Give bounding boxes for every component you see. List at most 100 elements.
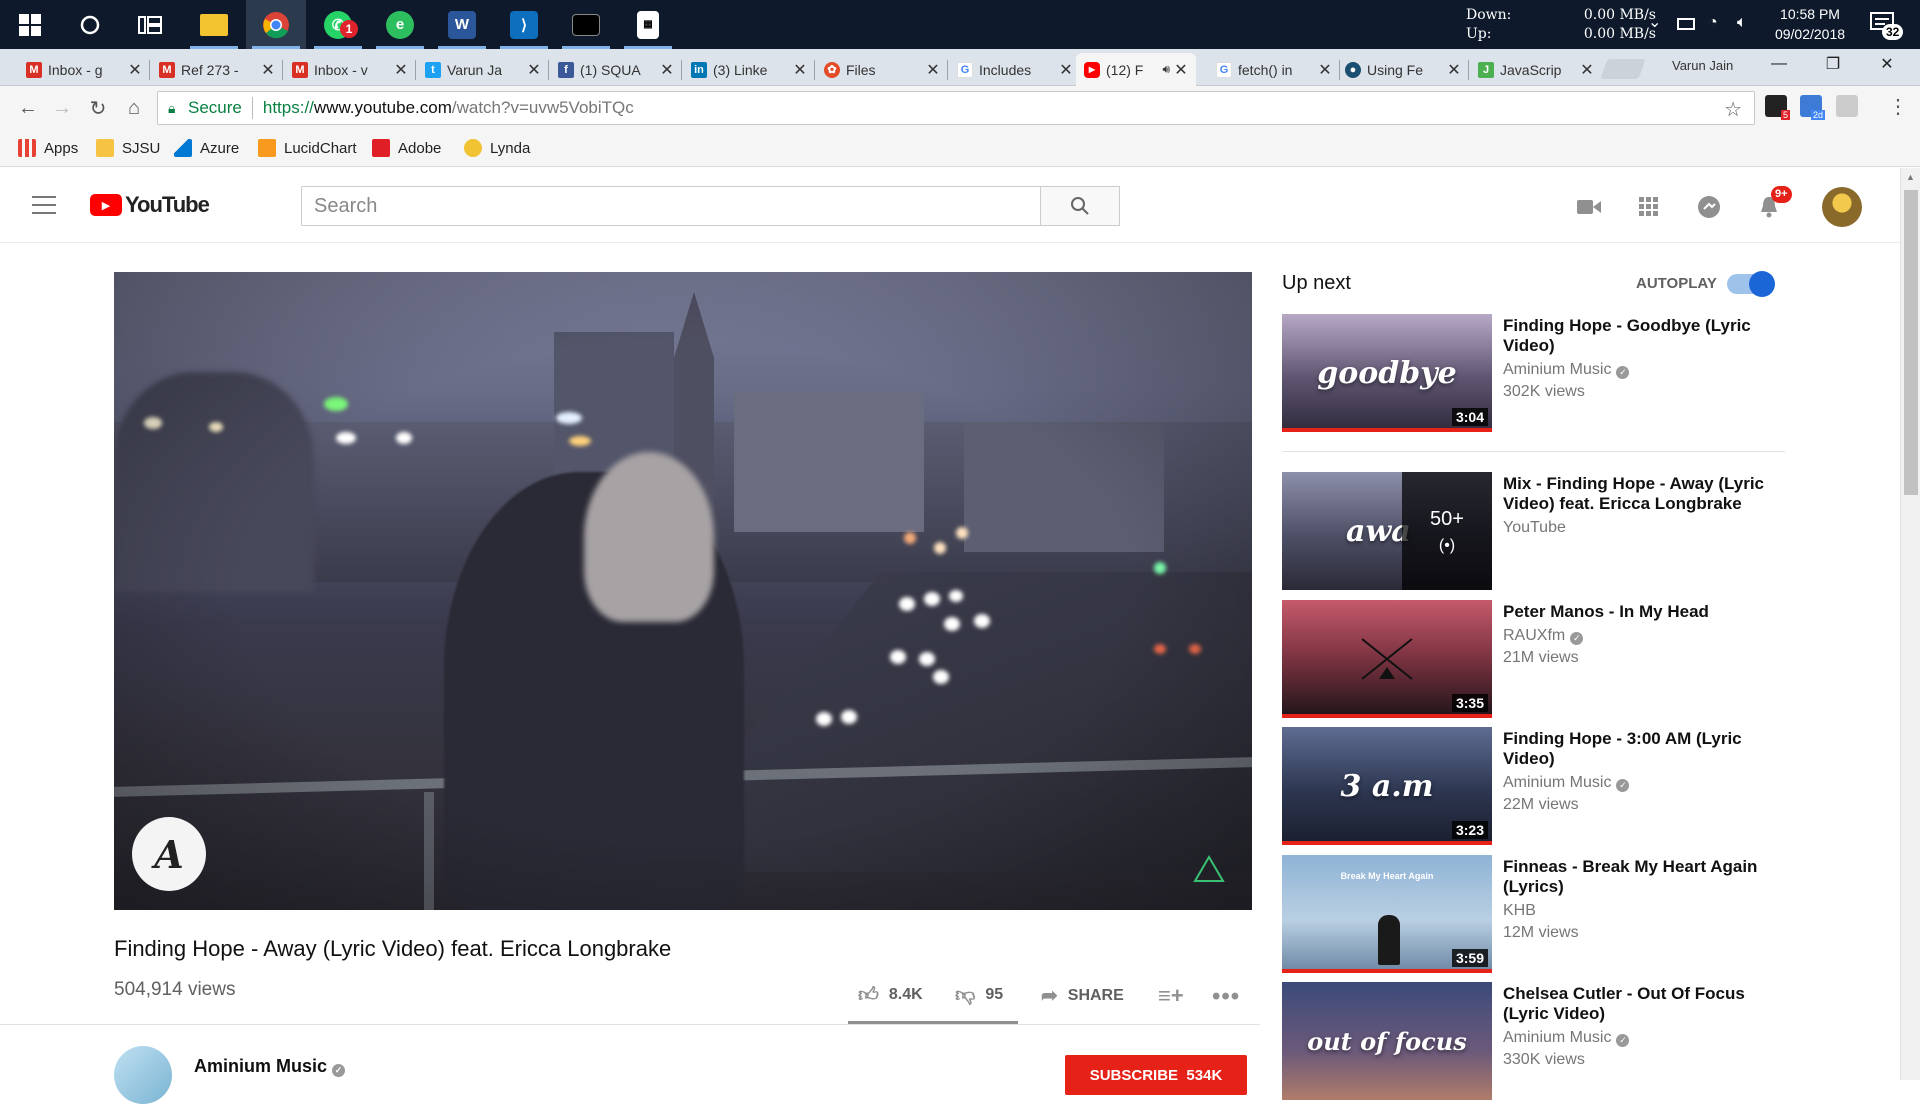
tray-expand-icon[interactable]: ⌄	[1648, 12, 1661, 32]
browser-tab[interactable]: G Includes ✕	[949, 53, 1081, 86]
start-menu-button[interactable]	[0, 0, 60, 49]
home-button[interactable]: ⌂	[120, 94, 148, 122]
close-icon[interactable]: ✕	[1447, 60, 1461, 80]
dislike-button[interactable]: 👎︎ 95	[955, 983, 1003, 1007]
video-thumbnail[interactable]: 3:35	[1282, 600, 1492, 718]
youtube-logo[interactable]: ▶ YouTube	[90, 192, 210, 218]
channel-avatar[interactable]	[114, 1046, 172, 1104]
new-tab-button[interactable]	[1600, 59, 1646, 79]
browser-tab[interactable]: f (1) SQUA ✕	[550, 53, 682, 86]
close-icon[interactable]: ✕	[926, 60, 940, 80]
subscribe-button[interactable]: SUBSCRIBE 534K	[1065, 1055, 1247, 1095]
terminal-taskbar-button[interactable]	[556, 0, 616, 49]
speaker-icon[interactable]: 🔊︎	[1162, 62, 1170, 77]
browser-tab[interactable]: M Ref 273 - ✕	[151, 53, 283, 86]
evernote-taskbar-button[interactable]: e	[370, 0, 430, 49]
add-to-playlist-button[interactable]: ≡+	[1158, 983, 1194, 1009]
user-avatar[interactable]	[1822, 187, 1862, 227]
task-view-button[interactable]	[120, 0, 180, 49]
close-icon[interactable]: ✕	[261, 60, 275, 80]
close-icon[interactable]: ✕	[1580, 60, 1594, 80]
browser-tab[interactable]: in (3) Linke ✕	[683, 53, 815, 86]
extension-icon[interactable]	[1836, 95, 1858, 117]
bookmark-apps[interactable]: Apps	[18, 139, 78, 157]
file-explorer-button[interactable]	[184, 0, 244, 49]
recommendation-title[interactable]: Peter Manos - In My Head	[1503, 602, 1778, 622]
close-icon[interactable]: ✕	[1174, 60, 1188, 80]
menu-kebab-icon[interactable]: ⋮	[1888, 94, 1908, 119]
page-scrollbar[interactable]: ▲	[1900, 168, 1920, 1080]
chrome-taskbar-button[interactable]	[246, 0, 306, 49]
video-thumbnail[interactable]: awa 50+ (•)	[1282, 472, 1492, 590]
amazon-extension-icon[interactable]: 5	[1765, 95, 1790, 120]
browser-tab[interactable]: ✿ Files ✕	[816, 53, 948, 86]
like-button[interactable]: 👍︎ 8.4K	[858, 983, 923, 1007]
calendar-extension-icon[interactable]: 2d	[1800, 95, 1825, 120]
reload-button[interactable]: ↻	[84, 94, 112, 122]
bookmark-lucidchart[interactable]: LucidChart	[258, 139, 357, 157]
battery-icon[interactable]	[1677, 18, 1695, 30]
video-thumbnail[interactable]: out of focus	[1282, 982, 1492, 1100]
calculator-taskbar-button[interactable]: ▦	[618, 0, 678, 49]
maximize-button[interactable]: ❐	[1810, 49, 1856, 79]
video-thumbnail[interactable]: goodbye 3:04	[1282, 314, 1492, 432]
recommendation-title[interactable]: Chelsea Cutler - Out Of Focus (Lyric Vid…	[1503, 984, 1778, 1024]
thumbnail-text: Break My Heart Again	[1340, 871, 1434, 881]
channel-name[interactable]: Aminium Music ✓	[194, 1056, 346, 1077]
search-button[interactable]	[1040, 186, 1120, 226]
whatsapp-taskbar-button[interactable]: ✆ 1	[308, 0, 368, 49]
close-icon[interactable]: ✕	[793, 60, 807, 80]
address-bar[interactable]: 🔒︎ Secure https://www.youtube.com/watch?…	[157, 91, 1755, 125]
upload-video-icon[interactable]	[1576, 194, 1602, 220]
system-clock[interactable]: 10:58 PM 09/02/2018	[1755, 4, 1865, 44]
close-icon[interactable]: ✕	[527, 60, 541, 80]
browser-tab[interactable]: M Inbox - v ✕	[284, 53, 416, 86]
scrollbar-thumb[interactable]	[1904, 190, 1918, 495]
forward-button[interactable]: →	[48, 94, 76, 122]
browser-tab[interactable]: M Inbox - g ✕	[18, 53, 150, 86]
close-icon[interactable]: ✕	[1318, 60, 1332, 80]
more-actions-button[interactable]: •••	[1212, 983, 1250, 1011]
volume-icon[interactable]: 🔈︎	[1737, 14, 1755, 32]
cortana-icon	[80, 15, 100, 34]
close-icon[interactable]: ✕	[1059, 60, 1073, 80]
video-thumbnail[interactable]: 3 a.m 3:23	[1282, 727, 1492, 845]
browser-tab[interactable]: ● Using Fe ✕	[1337, 53, 1469, 86]
close-icon[interactable]: ✕	[394, 60, 408, 80]
close-icon[interactable]: ✕	[128, 60, 142, 80]
autoplay-toggle[interactable]	[1727, 271, 1775, 297]
recommendation-title[interactable]: Finneas - Break My Heart Again (Lyrics)	[1503, 857, 1778, 897]
recommendation-title[interactable]: Finding Hope - Goodbye (Lyric Video)	[1503, 316, 1778, 356]
browser-tab[interactable]: t Varun Ja ✕	[417, 53, 549, 86]
bookmark-star-icon[interactable]: ☆	[1724, 97, 1742, 122]
back-button[interactable]: ←	[14, 94, 42, 122]
close-icon[interactable]: ✕	[660, 60, 674, 80]
bookmark-adobe[interactable]: Adobe	[372, 139, 441, 157]
bookmark-azure[interactable]: Azure	[174, 139, 239, 157]
channel-watermark-logo[interactable]: A	[132, 817, 206, 891]
share-button[interactable]: ➦ SHARE	[1041, 983, 1124, 1008]
vscode-taskbar-button[interactable]: ⟩	[494, 0, 554, 49]
messages-icon[interactable]	[1696, 194, 1722, 220]
video-thumbnail[interactable]: Break My Heart Again 3:59	[1282, 855, 1492, 973]
cortana-button[interactable]	[60, 0, 120, 49]
scroll-up-arrow-icon[interactable]: ▲	[1906, 172, 1915, 182]
profile-name[interactable]: Varun Jain	[1672, 58, 1733, 73]
apps-grid-icon[interactable]	[1636, 194, 1662, 220]
action-center-button[interactable]: 32	[1868, 10, 1908, 44]
bookmark-lynda[interactable]: Lynda	[464, 139, 530, 157]
search-input[interactable]: Search	[301, 186, 1041, 226]
recommendation-title[interactable]: Finding Hope - 3:00 AM (Lyric Video)	[1503, 729, 1778, 769]
window-close-button[interactable]: ✕	[1864, 49, 1910, 79]
browser-tab[interactable]: Gfetch() in ✕	[1208, 53, 1340, 86]
video-player[interactable]: A	[114, 272, 1252, 910]
browser-tab-active[interactable]: ▶ (12) F 🔊︎ ✕	[1076, 53, 1196, 86]
bookmark-sjsu[interactable]: SJSU	[96, 139, 160, 157]
browser-tab[interactable]: J JavaScrip ✕	[1470, 53, 1602, 86]
word-taskbar-button[interactable]: W	[432, 0, 492, 49]
tab-title: Includes	[979, 61, 1032, 78]
minimize-button[interactable]: —	[1756, 49, 1802, 79]
wifi-icon[interactable]: ◔	[1708, 14, 1726, 32]
recommendation-title[interactable]: Mix - Finding Hope - Away (Lyric Video) …	[1503, 474, 1778, 514]
hamburger-menu-icon[interactable]	[32, 196, 56, 214]
